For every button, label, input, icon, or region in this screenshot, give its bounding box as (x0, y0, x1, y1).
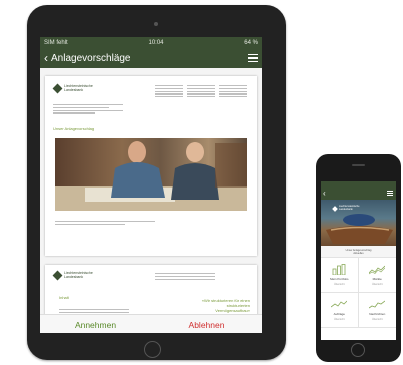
boat-photo: Liechtensteinische Landesbank (321, 200, 396, 246)
chart-line-icon (369, 300, 386, 308)
tile-news[interactable]: Nachrichten Übersicht (358, 293, 396, 328)
back-chevron-icon[interactable]: ‹ (323, 188, 326, 200)
text-block (155, 85, 183, 99)
tablet-screen: SIM fehlt 10:04 64 % ‹ Anlagevorschläge … (40, 37, 262, 333)
menu-icon[interactable] (387, 191, 393, 196)
tile-orders[interactable]: Aufträge Übersicht (321, 293, 359, 328)
caption-line: Aktuelles (353, 251, 364, 255)
accept-button[interactable]: Annehmen (40, 315, 151, 333)
status-bar: SIM fehlt 10:04 64 % (40, 37, 262, 48)
tile-sublabel: Übersicht (333, 317, 345, 321)
text-block (53, 104, 123, 115)
tile-portfolio[interactable]: Mein Portfolio Übersicht (321, 258, 359, 293)
company-name: Liechtensteinische Landesbank (339, 205, 360, 211)
bank-logo: Liechtensteinische Landesbank (52, 270, 96, 281)
time-text: 10:04 (148, 39, 164, 46)
tile-grid: Mein Portfolio Übersicht Märkte Übersich… (321, 257, 396, 328)
phone-speaker (352, 164, 365, 166)
bank-logo-icon (52, 83, 63, 94)
text-block (55, 221, 155, 227)
text-block (155, 273, 215, 281)
section-heading: Unser Anlagevorschlag (53, 126, 95, 131)
phone-home-button[interactable] (351, 343, 365, 357)
phone-status-bar (321, 181, 396, 188)
document-viewer[interactable]: Liechtensteinische Landesbank Unser Anla… (40, 68, 262, 325)
menu-icon[interactable] (248, 54, 258, 62)
contents-heading: Inhalt (59, 295, 69, 300)
back-chevron-icon: ‹ (44, 51, 48, 65)
tile-sublabel: Übersicht (371, 282, 383, 286)
tile-label: Mein Portfolio (330, 277, 349, 281)
tablet-home-button[interactable] (144, 341, 161, 358)
page-title: Anlagevorschläge (51, 52, 131, 64)
text-block (219, 85, 247, 99)
chart-line-icon (331, 300, 348, 307)
nav-bar: ‹ Anlagevorschläge (40, 48, 262, 68)
bank-logo-icon (52, 270, 63, 281)
tile-markets[interactable]: Märkte Übersicht (358, 258, 396, 293)
company-name: Liechtensteinische Landesbank (64, 271, 93, 279)
phone-device: ‹ Liechtensteinische Landesbank Unser An… (316, 154, 401, 362)
photo-caption: Unser Anlagevorschlag Aktuelles (321, 246, 396, 257)
tile-label: Märkte (372, 276, 382, 281)
advisor-photo (55, 138, 247, 211)
carrier-text: SIM fehlt (44, 39, 68, 46)
document-page: Liechtensteinische Landesbank Unser Anla… (45, 76, 257, 256)
company-name: Liechtensteinische Landesbank (64, 84, 93, 92)
tile-label: Aufträge (333, 311, 345, 316)
tile-sublabel: Übersicht (333, 283, 345, 286)
phone-screen: ‹ Liechtensteinische Landesbank Unser An… (321, 181, 396, 340)
tablet-camera (154, 22, 158, 26)
bank-logo-icon (332, 205, 338, 212)
tile-sublabel: Übersicht (371, 317, 383, 321)
action-bar: Annehmen Ablehnen (40, 314, 262, 333)
tile-label: Nachrichten (369, 311, 386, 316)
tablet-device: SIM fehlt 10:04 64 % ‹ Anlagevorschläge … (27, 5, 286, 360)
phone-nav-bar: ‹ (321, 188, 396, 200)
battery-text: 64 % (244, 39, 258, 46)
reject-button[interactable]: Ablehnen (151, 315, 262, 333)
back-button[interactable]: ‹ Anlagevorschläge (44, 52, 131, 64)
text-block (187, 85, 215, 99)
bank-logo: Liechtensteinische Landesbank (52, 83, 96, 94)
bank-logo: Liechtensteinische Landesbank (332, 205, 360, 212)
quote-text: «Wir strukturieren für einen strukturier… (201, 298, 250, 313)
bar-chart-icon (332, 264, 346, 275)
chart-line-icon (369, 265, 386, 274)
